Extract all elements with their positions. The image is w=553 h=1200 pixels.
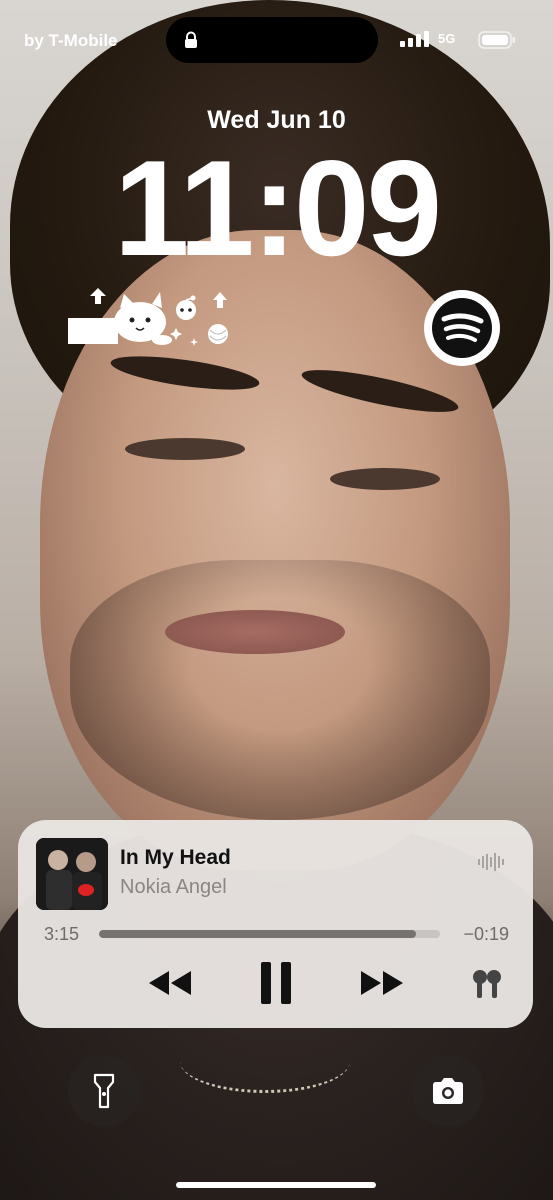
reddit-cat-widget[interactable] xyxy=(68,288,238,350)
next-button[interactable] xyxy=(354,960,410,1006)
battery-icon xyxy=(478,31,515,49)
audio-waveform-icon xyxy=(478,853,504,871)
carrier-label: by T-Mobile xyxy=(24,31,118,50)
signal-icon xyxy=(400,31,429,47)
spotify-widget[interactable] xyxy=(424,290,500,366)
wallpaper-beard xyxy=(70,560,490,820)
lock-time: 11:09 xyxy=(113,132,442,284)
rewind-icon xyxy=(149,971,191,995)
airpods-icon[interactable] xyxy=(470,968,504,1000)
progress-fill xyxy=(99,930,417,938)
song-title: In My Head xyxy=(120,846,231,869)
remaining-time: −0:19 xyxy=(463,924,509,944)
pause-icon xyxy=(261,962,291,1004)
lock-date: Wed Jun 10 xyxy=(207,106,346,134)
wallpaper-left-eye xyxy=(125,438,245,460)
network-label: 5G xyxy=(438,31,456,46)
spotify-icon xyxy=(432,298,492,358)
flashlight-icon xyxy=(93,1073,115,1109)
wallpaper-mouth xyxy=(165,610,345,654)
lock-icon xyxy=(185,31,197,48)
progress-slider[interactable] xyxy=(99,930,440,938)
flashlight-button[interactable] xyxy=(68,1055,140,1127)
status-bar: by T-Mobile 5G xyxy=(0,0,553,80)
wallpaper-right-eye xyxy=(330,468,440,490)
fast-forward-icon xyxy=(361,971,403,995)
camera-button[interactable] xyxy=(412,1055,484,1127)
now-playing-card[interactable]: In My Head Nokia Angel 3:15 −0:19 xyxy=(18,820,533,1028)
home-indicator[interactable] xyxy=(176,1182,376,1188)
song-artist: Nokia Angel xyxy=(120,876,227,898)
album-artwork[interactable] xyxy=(36,838,108,910)
previous-button[interactable] xyxy=(142,960,198,1006)
pause-button[interactable] xyxy=(248,960,304,1006)
camera-icon xyxy=(433,1078,463,1104)
elapsed-time: 3:15 xyxy=(44,924,80,944)
wallpaper-necklace xyxy=(180,1030,350,1093)
